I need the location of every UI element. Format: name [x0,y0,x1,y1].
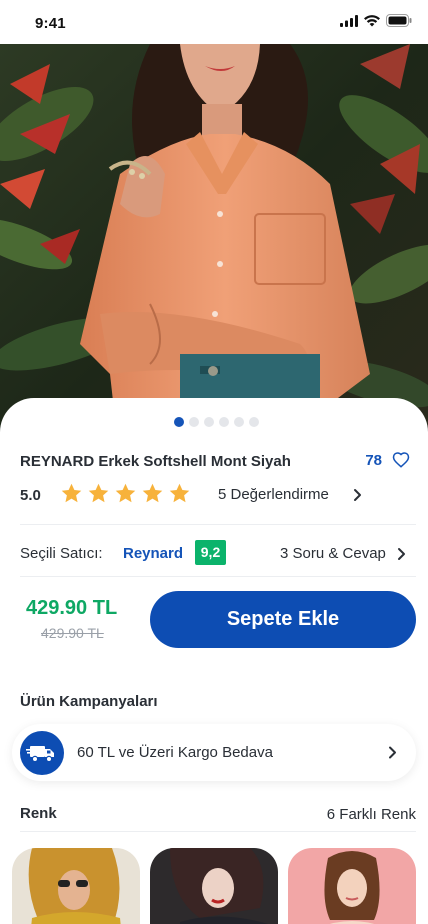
status-bar: 9:41 [0,0,428,44]
status-icons [340,14,412,27]
carousel-dot[interactable] [188,417,199,427]
campaigns-title: Ürün Kampanyaları [20,693,158,710]
rating-value: 5.0 [20,487,41,504]
star-icon [115,483,136,503]
star-icon [142,483,163,503]
like-count: 78 [365,452,382,469]
seller-score-badge: 9,2 [195,540,226,565]
color-variants [12,848,416,924]
battery-icon [386,14,412,27]
star-icon [169,483,190,503]
wifi-icon [364,14,380,26]
carousel-dot[interactable] [248,417,259,427]
color-variant-thumb[interactable] [12,848,140,924]
carousel-dot[interactable] [218,417,229,427]
variant-photo [288,848,416,924]
old-price: 429.90 TL [41,625,104,641]
variant-photo [12,848,140,924]
star-icon [88,483,109,503]
campaign-label: 60 TL ve Üzeri Kargo Bedava [77,744,273,761]
carousel-dot[interactable] [233,417,244,427]
color-variant-thumb[interactable] [288,848,416,924]
divider [20,524,416,525]
chevron-right-icon[interactable] [386,745,398,760]
star-icon [61,483,82,503]
truck-icon-badge [20,731,64,775]
product-price: 429.90 TL [26,597,118,619]
carousel-dot[interactable] [203,417,214,427]
add-to-cart-button[interactable]: Sepete Ekle [150,591,416,648]
signal-icon [340,14,358,27]
divider [20,576,416,577]
color-count-link[interactable]: 6 Farklı Renk [327,806,416,823]
color-variant-thumb[interactable] [150,848,278,924]
heart-icon[interactable] [392,451,410,469]
carousel-dot-active[interactable] [173,417,184,427]
chevron-right-icon[interactable] [395,547,407,561]
qa-link[interactable]: 3 Soru & Cevap [280,545,386,562]
seller-label: Seçili Satıcı: [20,545,103,562]
seller-name-link[interactable]: Reynard [123,545,183,562]
carousel-dots [0,417,428,427]
reviews-link[interactable]: 5 Değerlendirme [218,486,329,503]
chevron-right-icon[interactable] [351,488,363,502]
truck-icon [26,746,54,763]
product-title: REYNARD Erkek Softshell Mont Siyah [20,453,291,470]
campaign-item[interactable]: 60 TL ve Üzeri Kargo Bedava [12,724,416,781]
divider [20,831,416,832]
color-section-title: Renk [20,805,57,822]
status-time: 9:41 [35,15,66,32]
product-detail-sheet: REYNARD Erkek Softshell Mont Siyah 78 5.… [0,398,428,924]
variant-photo [150,848,278,924]
rating-stars [60,482,191,505]
